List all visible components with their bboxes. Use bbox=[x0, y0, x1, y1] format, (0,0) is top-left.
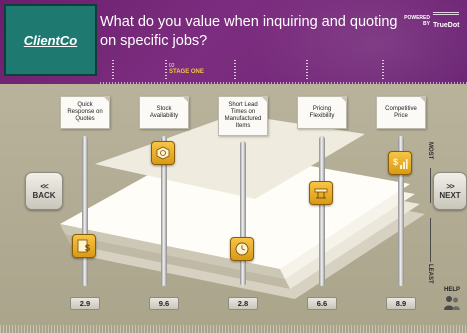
clock-icon bbox=[235, 242, 249, 256]
score-value: 9.6 bbox=[149, 297, 179, 310]
slider-track[interactable] bbox=[82, 136, 88, 286]
back-button[interactable]: << BACK bbox=[25, 172, 63, 210]
double-chevron-left-icon: << bbox=[40, 182, 48, 191]
header-divider bbox=[112, 60, 114, 80]
header-divider bbox=[306, 60, 308, 80]
criterion-label: Short Lead Times on Manufactured Items bbox=[218, 96, 268, 136]
back-label: BACK bbox=[32, 191, 56, 200]
score-value: 2.8 bbox=[228, 297, 258, 310]
criterion-quick-response: Quick Response on Quotes $ 2.9 bbox=[60, 96, 110, 326]
scale-most-label: MOST bbox=[427, 142, 433, 160]
criterion-label: Pricing Flexibility bbox=[297, 96, 347, 129]
header: ClientCo What do you value when inquirin… bbox=[0, 0, 467, 84]
slider-track[interactable] bbox=[319, 136, 325, 286]
svg-text:$: $ bbox=[393, 157, 398, 167]
criterion-short-lead-times: Short Lead Times on Manufactured Items 2… bbox=[218, 96, 268, 326]
double-chevron-right-icon: >> bbox=[446, 182, 454, 191]
slider-knob[interactable] bbox=[151, 141, 175, 166]
dollar-document-icon: $ bbox=[77, 239, 90, 253]
bottom-dots bbox=[0, 325, 467, 333]
inventory-box-icon bbox=[156, 146, 170, 160]
criterion-label: Quick Response on Quotes bbox=[60, 96, 110, 129]
truedot-brand-logo: TrueDot bbox=[433, 12, 459, 34]
scale-line bbox=[430, 218, 431, 262]
criterion-stock-availability: Stock Availability 9.6 bbox=[139, 96, 189, 326]
flexible-pricing-icon bbox=[314, 188, 328, 199]
score-value: 8.9 bbox=[386, 297, 416, 310]
scale-least-label: LEAST bbox=[427, 264, 433, 284]
slider-knob[interactable]: $ bbox=[388, 151, 412, 176]
dollar-bar-chart-icon: $ bbox=[393, 157, 408, 170]
scale-line bbox=[430, 168, 431, 203]
criterion-label: Stock Availability bbox=[139, 96, 189, 129]
people-icon bbox=[444, 296, 460, 310]
powered-by-label: POWERED BY bbox=[404, 15, 430, 27]
slider-knob[interactable]: $ bbox=[72, 234, 96, 259]
help-button[interactable]: HELP bbox=[440, 287, 464, 327]
question-title: What do you value when inquiring and quo… bbox=[100, 14, 398, 49]
svg-text:$: $ bbox=[85, 243, 90, 253]
slider-knob[interactable] bbox=[309, 181, 333, 206]
criterion-competitive-price: Competitive Price $ 8.9 bbox=[376, 96, 426, 326]
criterion-label: Competitive Price bbox=[376, 96, 426, 129]
client-logo: ClientCo bbox=[4, 4, 97, 76]
next-label: NEXT bbox=[439, 191, 461, 200]
score-value: 6.6 bbox=[307, 297, 337, 310]
header-divider bbox=[165, 60, 167, 80]
slider-track[interactable] bbox=[240, 141, 246, 286]
score-value: 2.9 bbox=[70, 297, 100, 310]
criterion-pricing-flexibility: Pricing Flexibility 6.6 bbox=[297, 96, 347, 326]
rating-area: << BACK >> NEXT Quick Response on Quotes… bbox=[0, 84, 467, 333]
slider-knob[interactable] bbox=[230, 236, 254, 261]
header-divider bbox=[382, 60, 384, 80]
next-button[interactable]: >> NEXT bbox=[433, 172, 467, 210]
logo-text: ClientCo bbox=[23, 32, 78, 48]
stage-label: STAGE ONE bbox=[169, 69, 204, 75]
header-divider bbox=[234, 60, 236, 80]
